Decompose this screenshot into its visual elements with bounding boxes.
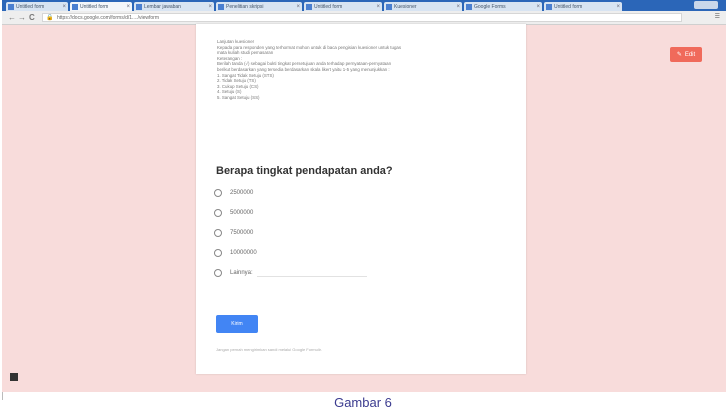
description-line: 5. Sangat Setuju (SS) xyxy=(217,94,260,100)
browser-toolbar: ← → C 🔒 https://docs.google.com/forms/d/… xyxy=(2,11,726,25)
question-title: Berapa tingkat pendapatan anda? xyxy=(216,165,393,177)
window-controls[interactable] xyxy=(694,1,718,9)
submit-button[interactable]: Kirim xyxy=(216,315,258,333)
close-icon[interactable]: × xyxy=(208,4,212,10)
favicon-icon xyxy=(306,3,312,10)
other-label: Lainnya: xyxy=(230,270,253,276)
favicon-icon xyxy=(136,3,142,10)
favicon-icon xyxy=(218,3,224,10)
menu-icon[interactable]: ☰ xyxy=(715,13,720,20)
radio-button[interactable] xyxy=(214,209,222,217)
close-icon[interactable]: × xyxy=(62,4,66,10)
browser-tab[interactable]: Lembar jawaban × xyxy=(134,2,214,11)
back-icon[interactable]: ← xyxy=(8,13,16,22)
browser-tab[interactable]: Untitled form × xyxy=(544,2,622,11)
option-label: 2500000 xyxy=(230,190,254,196)
favicon-icon xyxy=(466,3,472,10)
browser-tab[interactable]: Untitled form × xyxy=(304,2,382,11)
browser-tab[interactable]: Google Forms × xyxy=(464,2,542,11)
edit-button[interactable]: ✎ Edit xyxy=(670,47,702,62)
lock-icon: 🔒 xyxy=(46,15,54,21)
edit-label: Edit xyxy=(684,51,696,58)
reload-icon[interactable]: C xyxy=(29,13,35,22)
option-label: 5000000 xyxy=(230,210,254,216)
form-description: Lanjutan kuesioner Kepada para responden… xyxy=(217,39,507,101)
other-text-input[interactable] xyxy=(256,275,367,277)
radio-button[interactable] xyxy=(214,189,222,197)
pencil-icon: ✎ xyxy=(676,52,682,58)
favicon-icon xyxy=(72,3,78,10)
option-label: 10000000 xyxy=(230,250,257,256)
browser-tab-active[interactable]: Untitled form × xyxy=(70,2,132,11)
favicon-icon xyxy=(386,3,392,10)
option-label: 7500000 xyxy=(230,230,254,236)
address-bar[interactable]: 🔒 https://docs.google.com/forms/d/1..../… xyxy=(42,13,682,22)
forward-icon[interactable]: → xyxy=(18,13,26,22)
close-icon[interactable]: × xyxy=(126,4,130,10)
radio-option[interactable]: 2500000 xyxy=(214,186,253,200)
footer-note: Jangan pernah mengirimkan sandi melalui … xyxy=(216,347,322,352)
radio-button[interactable] xyxy=(214,229,222,237)
close-icon[interactable]: × xyxy=(536,4,540,10)
url-text: https://docs.google.com/forms/d/1..../vi… xyxy=(57,15,159,21)
favicon-icon xyxy=(8,3,14,10)
close-icon[interactable]: × xyxy=(376,4,380,10)
close-icon[interactable]: × xyxy=(296,4,300,10)
radio-option-other[interactable]: Lainnya: xyxy=(214,266,367,280)
browser-tab[interactable]: Kuesioner × xyxy=(384,2,462,11)
close-icon[interactable]: × xyxy=(616,4,620,10)
favicon-icon xyxy=(546,3,552,10)
radio-option[interactable]: 7500000 xyxy=(214,226,253,240)
tab-bar: Untitled form × Untitled form × Lembar j… xyxy=(2,0,726,11)
radio-option[interactable]: 10000000 xyxy=(214,246,257,260)
browser-tab[interactable]: Penelitian skripsi × xyxy=(216,2,302,11)
radio-button[interactable] xyxy=(214,249,222,257)
radio-option[interactable]: 5000000 xyxy=(214,206,253,220)
radio-button[interactable] xyxy=(214,269,222,277)
feedback-icon[interactable] xyxy=(10,373,18,381)
browser-tab[interactable]: Untitled form × xyxy=(6,2,68,11)
figure-caption: Gambar 6 xyxy=(334,395,392,410)
close-icon[interactable]: × xyxy=(456,4,460,10)
